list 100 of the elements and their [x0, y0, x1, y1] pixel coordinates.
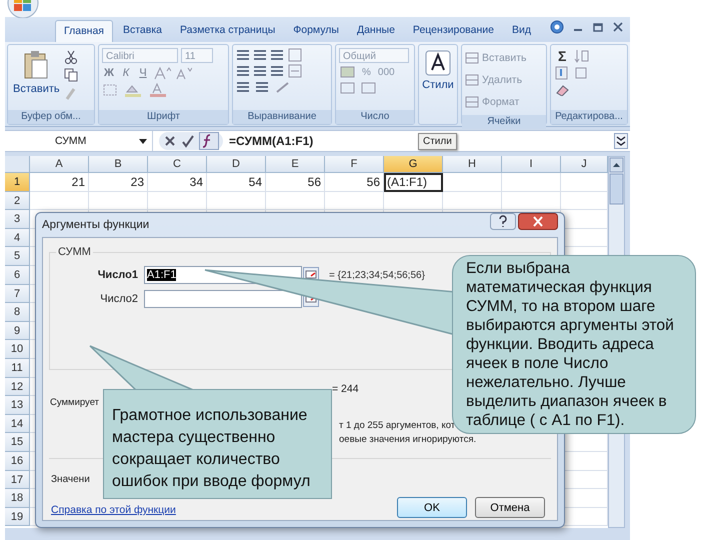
row-header[interactable]: 7 [5, 284, 30, 304]
format-button[interactable]: Ж [102, 65, 116, 81]
ribbon-tab[interactable]: Вставка [114, 20, 170, 42]
align-center-icon[interactable] [253, 64, 267, 78]
ribbon-group-label: Выравнивание [233, 110, 331, 124]
cancel-icon[interactable] [163, 134, 177, 148]
ribbon-tab[interactable]: Данные [348, 20, 403, 42]
expand-icon[interactable] [614, 133, 628, 149]
restore-icon[interactable] [592, 21, 604, 33]
dropdown-icon[interactable] [138, 137, 148, 145]
row-header[interactable]: 6 [5, 266, 30, 285]
cells-icon[interactable] [465, 95, 479, 109]
function-description: оевые значения игнорируются. [339, 434, 476, 447]
format-button[interactable]: К [119, 65, 133, 81]
table-cell: 23 [89, 173, 148, 192]
column-header[interactable]: B [89, 156, 148, 173]
checkmark-icon[interactable] [181, 134, 195, 148]
row-header[interactable]: 1 [5, 173, 30, 192]
table-cell: 56 [325, 173, 384, 192]
copy-icon[interactable] [64, 68, 78, 82]
close-icon[interactable] [518, 213, 558, 230]
table-cell [502, 173, 561, 192]
column-header[interactable]: C [148, 156, 207, 173]
result-value: = 244 [332, 383, 359, 397]
scissors-icon[interactable] [64, 50, 78, 64]
ribbon-tab[interactable]: Главная [55, 20, 113, 42]
function-description: Суммирует [50, 397, 100, 410]
styles-button[interactable]: Стили [422, 48, 454, 93]
name-box[interactable]: СУММ [5, 131, 153, 151]
value-label: Значени [51, 474, 90, 485]
autosum-button[interactable]: Σ [554, 48, 570, 64]
cells-icon[interactable] [465, 73, 479, 87]
align-bottom-icon[interactable] [270, 48, 284, 62]
shrink-font-icon[interactable] [174, 66, 192, 80]
ribbon-tab[interactable]: Разметка страницы [172, 20, 284, 42]
table-cell [207, 192, 266, 210]
fill-down-icon[interactable] [554, 66, 570, 80]
table-cell: 34 [148, 173, 207, 192]
format-button[interactable]: Ч [136, 65, 150, 81]
column-header[interactable]: D [207, 156, 266, 173]
dialog-button[interactable]: Отмена [475, 497, 545, 518]
row-header[interactable]: 9 [5, 322, 30, 340]
row-header[interactable]: 3 [5, 210, 30, 229]
sort-icon[interactable] [573, 49, 592, 63]
table-cell [89, 192, 148, 210]
column-header[interactable]: G [384, 156, 443, 173]
row-header[interactable]: 16 [5, 452, 30, 470]
align-right-icon[interactable] [270, 64, 284, 78]
close-icon[interactable] [612, 21, 624, 33]
ribbon-group-label: Редактирова... [551, 110, 627, 124]
row-header[interactable]: 18 [5, 489, 30, 508]
align-top-icon[interactable] [236, 48, 250, 62]
argument-label: Число1 [96, 269, 139, 281]
ribbon-group-label: Число [336, 110, 414, 124]
align-middle-icon[interactable] [253, 48, 267, 62]
column-header[interactable]: E [266, 156, 325, 173]
ribbon-tab[interactable]: Вид [504, 20, 539, 42]
row-header[interactable]: 8 [5, 303, 30, 322]
row-header[interactable]: 15 [5, 433, 30, 452]
ribbon-group-label: Шрифт [99, 110, 228, 124]
align-left-icon[interactable] [236, 64, 250, 78]
row-header[interactable]: 13 [5, 396, 30, 415]
argument-result: = {21;23;34;54;56;56} [329, 270, 425, 280]
column-header[interactable]: J [561, 156, 608, 173]
styles-icon[interactable] [425, 50, 451, 76]
dialog-button[interactable]: OK [397, 497, 467, 518]
help-link[interactable]: Справка по этой функции [49, 504, 176, 516]
table-cell: 21 [30, 173, 89, 192]
row-header[interactable]: 2 [5, 192, 30, 210]
row-header[interactable]: 11 [5, 358, 30, 378]
merge-cells-icon[interactable] [287, 64, 303, 78]
row-header[interactable]: 19 [5, 508, 30, 526]
column-header[interactable]: F [325, 156, 384, 173]
ribbon-group-label: Ячейки [462, 115, 546, 129]
clipboard-icon[interactable] [23, 50, 50, 80]
row-header[interactable]: 5 [5, 247, 30, 266]
column-header[interactable]: A [30, 156, 89, 173]
row-header[interactable]: 4 [5, 228, 30, 248]
ribbon-tab[interactable]: Формулы [285, 20, 347, 42]
function-name: СУММ [56, 246, 93, 258]
formula-field[interactable]: =СУММ(A1:F1) [223, 134, 314, 148]
indent-icon[interactable] [236, 80, 252, 94]
argument-field[interactable] [144, 290, 302, 308]
grow-font-icon[interactable] [153, 66, 171, 80]
row-header[interactable]: 12 [5, 378, 30, 396]
column-header[interactable]: H [443, 156, 502, 173]
row-header[interactable]: 17 [5, 470, 30, 490]
cells-icon[interactable] [465, 51, 479, 65]
row-header[interactable]: 10 [5, 340, 30, 359]
column-header[interactable]: I [502, 156, 561, 173]
ribbon-tab[interactable]: Рецензирование [404, 20, 502, 42]
paste-button[interactable]: Вставить [11, 48, 62, 100]
table-cell [384, 192, 443, 210]
table-cell [443, 192, 502, 210]
outdent-icon[interactable] [255, 80, 271, 94]
table-cell [148, 192, 207, 210]
dialog-title: Аргументы функции [42, 219, 150, 231]
function-icon[interactable] [199, 132, 219, 150]
row-header[interactable]: 14 [5, 414, 30, 434]
table-cell [325, 192, 384, 210]
